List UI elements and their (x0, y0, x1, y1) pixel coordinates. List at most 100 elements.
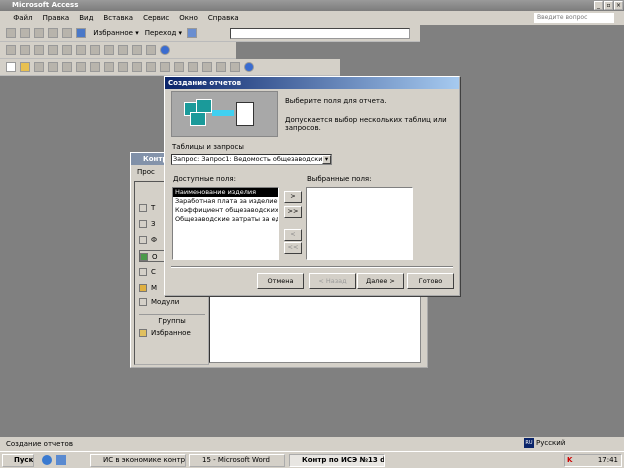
taskbar-item[interactable]: 15 - Microsoft Word (189, 454, 285, 467)
open-icon[interactable] (20, 62, 30, 72)
list-item[interactable]: Общезаводские затраты за един (173, 215, 278, 224)
dialog-title: Создание отчетов (168, 79, 242, 87)
copy-icon[interactable] (62, 45, 72, 55)
start-button[interactable]: Пуск (2, 454, 34, 467)
save-icon[interactable] (34, 62, 44, 72)
relationships-icon[interactable] (216, 62, 226, 72)
app-title: Microsoft Access (12, 1, 79, 9)
save-icon[interactable] (20, 45, 30, 55)
dropdown-arrow-icon[interactable]: ▾ (322, 155, 331, 164)
office-links-icon[interactable] (160, 62, 170, 72)
preview-icon[interactable] (76, 62, 86, 72)
app-title-bar: Microsoft Access (0, 0, 624, 11)
report-wizard-dialog: Создание отчетов Выберите поля для отчет… (164, 76, 460, 296)
help-icon[interactable] (160, 45, 170, 55)
ask-question-input[interactable]: Введите вопрос (534, 13, 614, 23)
properties-icon[interactable] (202, 62, 212, 72)
taskbar-item-active[interactable]: Контр по ИСЭ №13 d... (289, 454, 385, 467)
cancel-button[interactable]: Отмена (257, 273, 304, 289)
objects-list[interactable] (209, 291, 421, 363)
list-item[interactable]: Наименование изделия (173, 188, 278, 197)
next-button[interactable]: Далее > (357, 273, 404, 289)
query-icon (139, 220, 147, 228)
tables-combobox[interactable]: Запрос: Запрос1: Ведомость общезаводских… (171, 154, 332, 165)
close-button[interactable]: × (614, 1, 623, 10)
paste-icon[interactable] (132, 62, 142, 72)
search-file-icon[interactable] (48, 62, 58, 72)
kaspersky-icon[interactable]: K (567, 456, 572, 464)
move-all-button[interactable]: >> (284, 206, 302, 218)
move-one-button[interactable]: > (284, 191, 302, 203)
new-object-icon[interactable] (146, 45, 156, 55)
objects-modules[interactable]: Модули (139, 296, 205, 308)
list-item[interactable]: Коэффициент общезаводских зат (173, 206, 278, 215)
groups-header[interactable]: Группы (139, 314, 205, 326)
groups-favorites[interactable]: Избранное (139, 327, 205, 339)
format-icon[interactable] (76, 45, 86, 55)
report-toolbar (0, 42, 236, 59)
desktop-icon[interactable] (56, 455, 66, 465)
code-icon[interactable] (188, 62, 198, 72)
menu-edit[interactable]: Правка (38, 11, 75, 25)
refresh-icon[interactable] (48, 28, 58, 38)
favorites-menu[interactable]: Избранное ▾ (90, 25, 142, 42)
selected-fields-list[interactable] (306, 187, 413, 260)
percent-icon[interactable] (118, 45, 128, 55)
help-icon[interactable] (244, 62, 254, 72)
menu-insert[interactable]: Вставка (98, 11, 138, 25)
database-toolbar (0, 59, 340, 76)
menu-tools[interactable]: Сервис (138, 11, 174, 25)
menu-bar: Файл Правка Вид Вставка Сервис Окно Справка (0, 11, 624, 25)
sum-icon[interactable] (90, 45, 100, 55)
new-icon[interactable] (6, 62, 16, 72)
stop-icon[interactable] (34, 28, 44, 38)
available-fields-list[interactable]: Наименование изделия Заработная плата за… (172, 187, 279, 260)
menu-file[interactable]: Файл (8, 11, 37, 25)
form-icon (139, 236, 147, 244)
taskbar-item[interactable]: ИС в экономике контро... (90, 454, 186, 467)
list-item[interactable]: Заработная плата за изделие (173, 197, 278, 206)
back-button[interactable]: < Назад (309, 273, 356, 289)
spelling-icon[interactable] (90, 62, 100, 72)
menu-view[interactable]: Вид (74, 11, 98, 25)
undo-icon[interactable] (146, 62, 156, 72)
show-only-web-toolbar-icon[interactable] (187, 28, 198, 38)
status-text: Создание отчетов (6, 440, 73, 448)
print-icon[interactable] (34, 45, 44, 55)
page-icon (139, 268, 147, 276)
available-fields-label: Доступные поля: (173, 175, 236, 183)
item-label: З (151, 220, 156, 228)
search-icon[interactable] (76, 28, 86, 38)
view-icon[interactable] (6, 45, 16, 55)
item-label: М (151, 284, 158, 292)
print-icon[interactable] (62, 62, 72, 72)
preview-icon[interactable] (48, 45, 58, 55)
language-indicator[interactable]: Русский (536, 438, 565, 448)
ie-icon[interactable] (42, 455, 52, 465)
finish-button[interactable]: Готово (407, 273, 454, 289)
analyze-icon[interactable] (174, 62, 184, 72)
minimize-button[interactable]: _ (594, 1, 603, 10)
sort-icon[interactable] (104, 45, 114, 55)
remove-all-button[interactable]: << (284, 242, 302, 254)
new-object-icon[interactable] (230, 62, 240, 72)
restore-button[interactable]: ▫ (604, 1, 613, 10)
back-icon[interactable] (6, 28, 16, 38)
start-label: Пуск (14, 456, 34, 464)
hint-text: Допускается выбор нескольких таблиц или … (285, 116, 447, 132)
copy-icon[interactable] (118, 62, 128, 72)
remove-one-button[interactable]: < (284, 229, 302, 241)
goto-menu[interactable]: Переход ▾ (142, 25, 185, 42)
db-window-icon[interactable] (132, 45, 142, 55)
menu-help[interactable]: Справка (203, 11, 244, 25)
cut-icon[interactable] (104, 62, 114, 72)
item-label: Избранное (151, 329, 191, 337)
menu-window[interactable]: Окно (174, 11, 203, 25)
forward-icon[interactable] (20, 28, 30, 38)
preview-button[interactable]: Прос (137, 168, 155, 176)
home-icon[interactable] (62, 28, 72, 38)
taskbar: Пуск ИС в экономике контро... 15 - Micro… (0, 451, 624, 468)
address-input[interactable] (230, 28, 410, 39)
language-icon[interactable]: RU (524, 438, 534, 448)
tables-combobox-value: Запрос: Запрос1: Ведомость общезаводских… (173, 155, 332, 163)
